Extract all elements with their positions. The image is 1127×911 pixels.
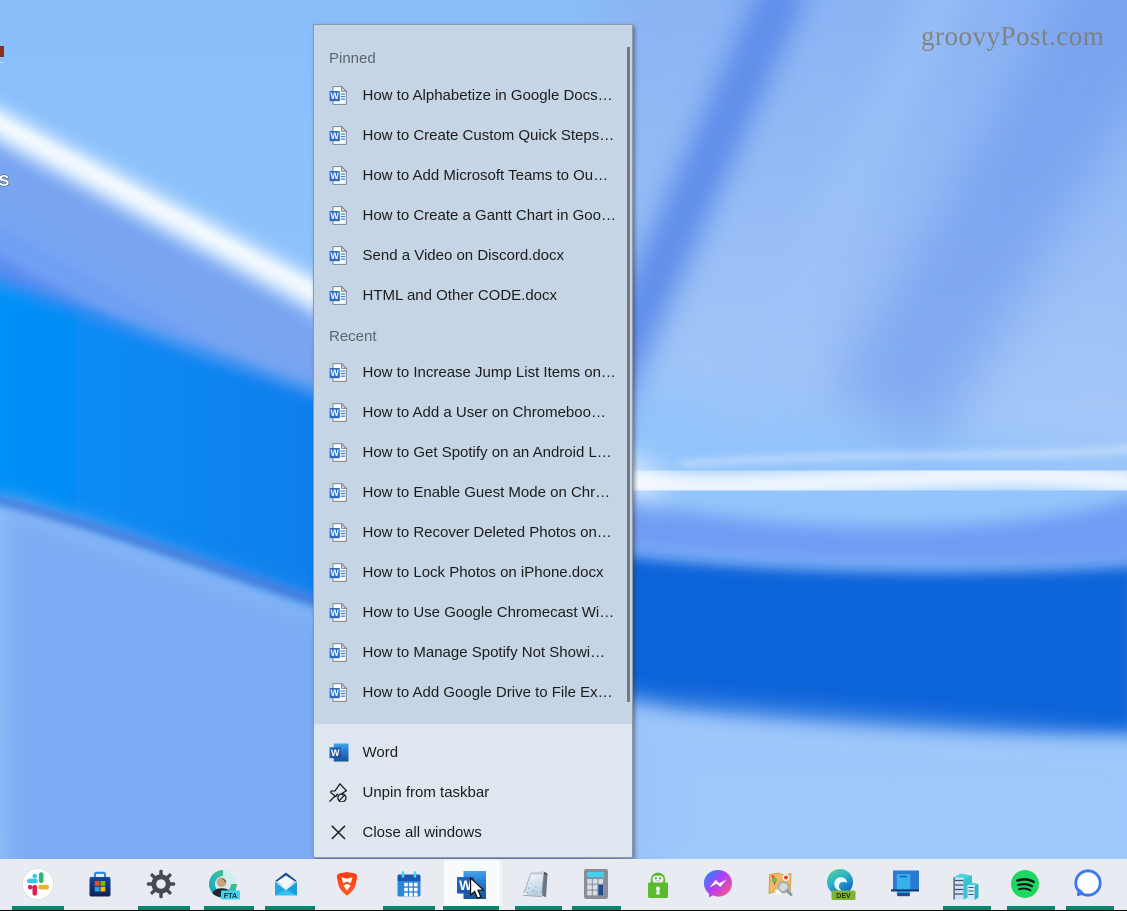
svg-text:W: W [331, 368, 340, 378]
svg-text:W: W [331, 91, 340, 101]
svg-text:W: W [331, 568, 340, 578]
svg-text:W: W [331, 131, 340, 141]
svg-text:...: ... [0, 55, 5, 65]
svg-text:W: W [331, 488, 340, 498]
svg-text:W: W [331, 748, 340, 758]
svg-text:W: W [331, 408, 340, 418]
svg-text:FTA: FTA [224, 891, 237, 900]
svg-text:DEV: DEV [836, 893, 851, 900]
svg-text:W: W [331, 448, 340, 458]
svg-text:W: W [331, 171, 340, 181]
svg-text:W: W [331, 528, 340, 538]
svg-text:W: W [331, 608, 340, 618]
svg-text:W: W [331, 688, 340, 698]
svg-text:ES: ES [0, 173, 10, 190]
svg-text:W: W [331, 211, 340, 221]
svg-text:W: W [331, 291, 340, 301]
svg-text:W: W [331, 648, 340, 658]
svg-text:W: W [331, 251, 340, 261]
